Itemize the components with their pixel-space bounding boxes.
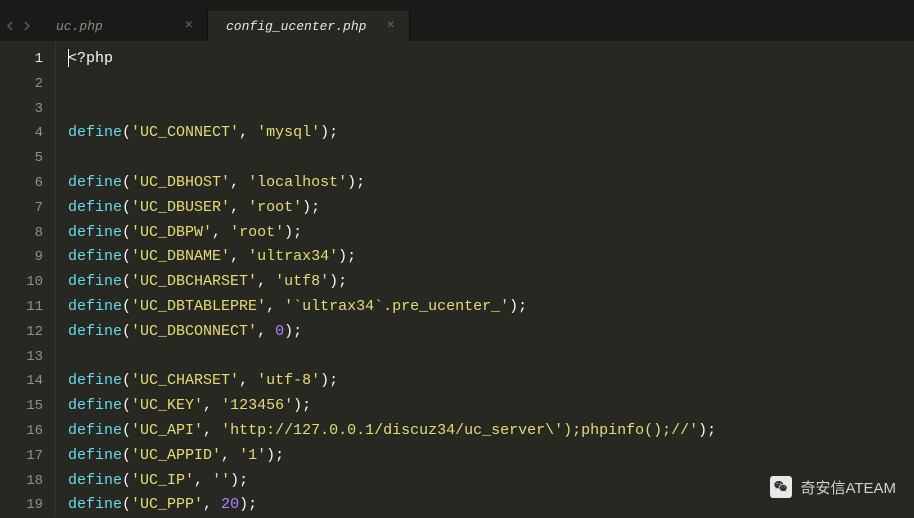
line-number: 5 [0, 146, 43, 171]
tab-uc-php[interactable]: uc.php × [38, 11, 208, 41]
code-line: define('UC_DBUSER', 'root'); [68, 196, 914, 221]
code-line: define('UC_DBNAME', 'ultrax34'); [68, 245, 914, 270]
window-titlebar [0, 0, 914, 11]
code-line: define('UC_DBPW', 'root'); [68, 221, 914, 246]
line-number: 1 [0, 47, 43, 72]
code-line: define('UC_DBHOST', 'localhost'); [68, 171, 914, 196]
line-number: 7 [0, 196, 43, 221]
tab-bar: uc.php × config_ucenter.php × [0, 11, 914, 41]
code-line: define('UC_DBCONNECT', 0); [68, 320, 914, 345]
tab-label: uc.php [56, 19, 103, 34]
line-number: 4 [0, 121, 43, 146]
code-line: define('UC_API', 'http://127.0.0.1/discu… [68, 419, 914, 444]
line-number: 17 [0, 444, 43, 469]
line-number: 10 [0, 270, 43, 295]
line-number: 8 [0, 221, 43, 246]
code-line: define('UC_CHARSET', 'utf-8'); [68, 369, 914, 394]
line-number: 18 [0, 469, 43, 494]
line-number: 9 [0, 245, 43, 270]
line-number-gutter: 12345678910111213141516171819 [0, 41, 56, 516]
code-line [68, 97, 914, 122]
line-number: 11 [0, 295, 43, 320]
line-number: 6 [0, 171, 43, 196]
close-icon[interactable]: × [185, 18, 193, 34]
code-line [68, 72, 914, 97]
tab-label: config_ucenter.php [226, 19, 366, 34]
line-number: 16 [0, 419, 43, 444]
line-number: 12 [0, 320, 43, 345]
code-line: <?php [68, 47, 914, 72]
watermark-text: 奇安信ATEAM [800, 477, 896, 498]
line-number: 3 [0, 97, 43, 122]
code-line: define('UC_DBCHARSET', 'utf8'); [68, 270, 914, 295]
wechat-icon [770, 476, 792, 498]
code-line: define('UC_CONNECT', 'mysql'); [68, 121, 914, 146]
tab-config_ucenter-php[interactable]: config_ucenter.php × [208, 11, 410, 41]
tab-nav-prev-icon[interactable] [6, 21, 16, 31]
line-number: 2 [0, 72, 43, 97]
tab-nav [0, 11, 38, 41]
line-number: 19 [0, 493, 43, 518]
code-area[interactable]: <?php define('UC_CONNECT', 'mysql'); defin… [56, 41, 914, 516]
code-line: define('UC_APPID', '1'); [68, 444, 914, 469]
line-number: 13 [0, 345, 43, 370]
line-number: 15 [0, 394, 43, 419]
tab-nav-next-icon[interactable] [22, 21, 32, 31]
code-line: define('UC_DBTABLEPRE', '`ultrax34`.pre_… [68, 295, 914, 320]
line-number: 14 [0, 369, 43, 394]
code-line [68, 345, 914, 370]
code-line [68, 146, 914, 171]
close-icon[interactable]: × [386, 18, 394, 34]
editor: 12345678910111213141516171819 <?phpdefin… [0, 41, 914, 516]
code-line: define('UC_KEY', '123456'); [68, 394, 914, 419]
watermark: 奇安信ATEAM [770, 476, 896, 498]
